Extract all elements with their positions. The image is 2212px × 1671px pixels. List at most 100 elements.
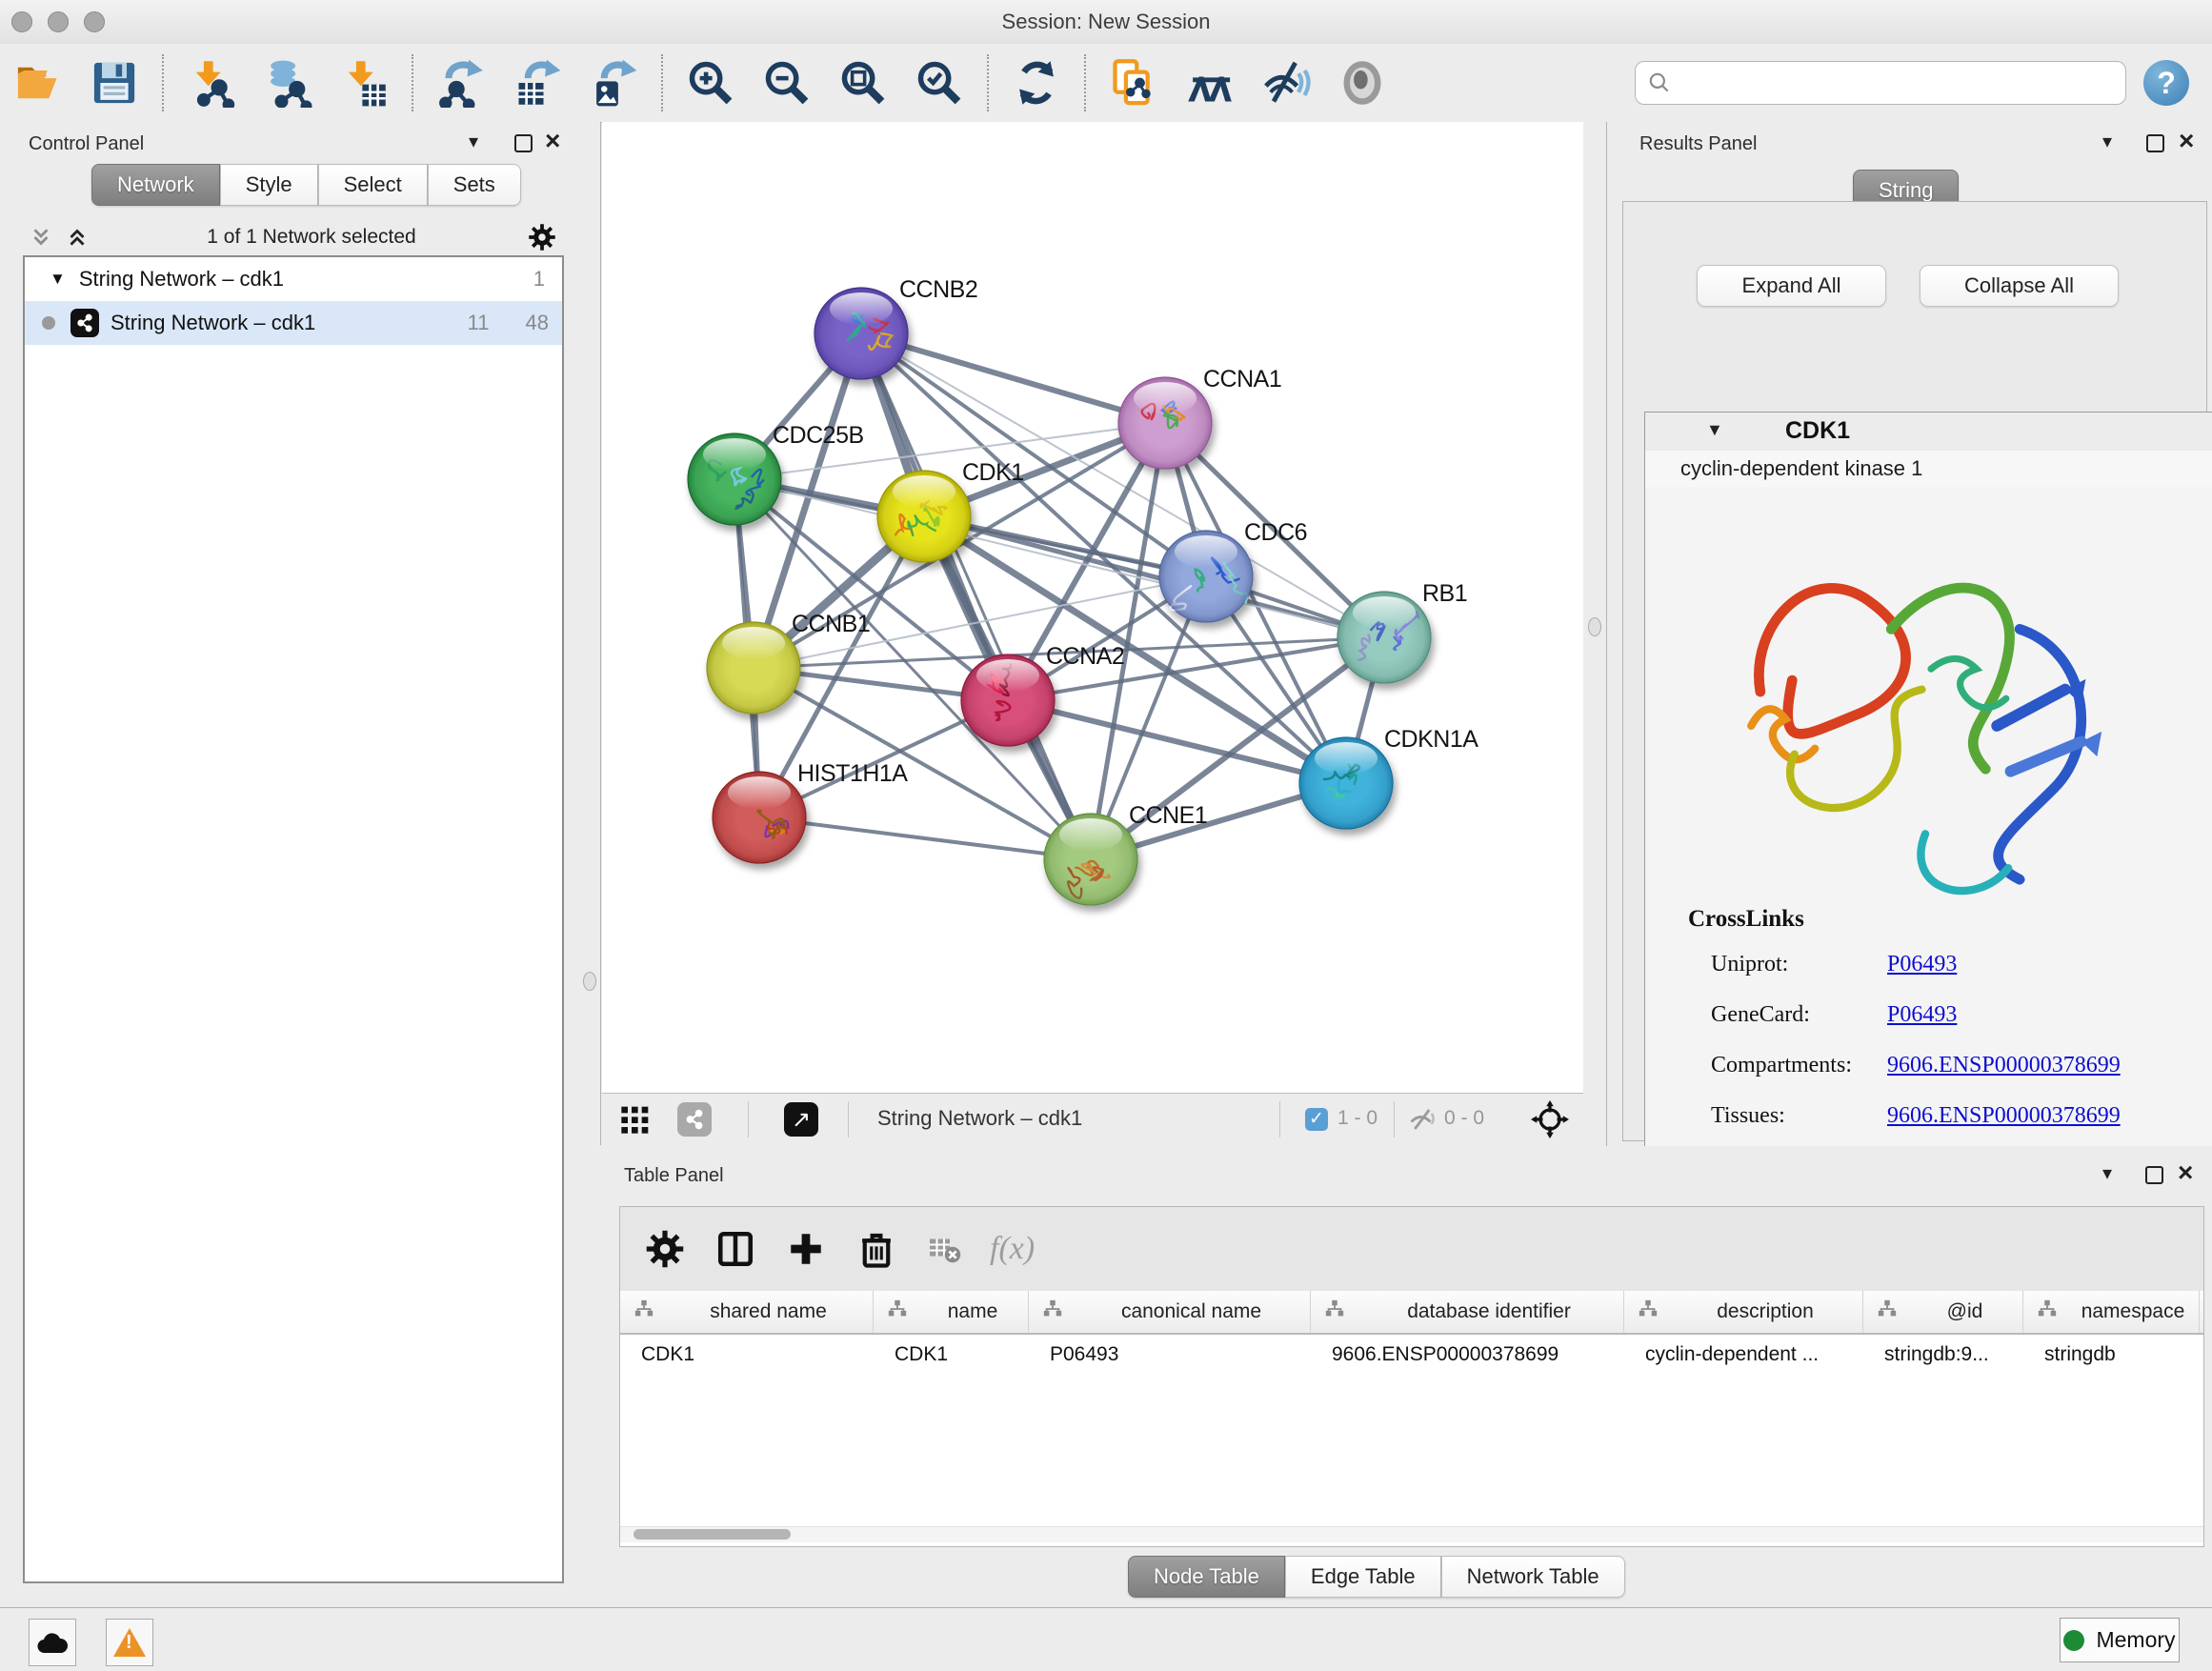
column-header-namespace[interactable]: namespace bbox=[2023, 1291, 2200, 1333]
tree-options-gear-icon[interactable] bbox=[528, 223, 556, 252]
open-in-window-icon[interactable]: ↗ bbox=[784, 1102, 818, 1137]
control-panel-menu-icon[interactable]: ▾ bbox=[469, 131, 478, 152]
delete-table-icon[interactable] bbox=[927, 1232, 961, 1266]
column-header-database-identifier[interactable]: database identifier bbox=[1311, 1291, 1624, 1333]
vertical-splitter[interactable] bbox=[1583, 122, 1606, 1145]
column-header-description[interactable]: description bbox=[1624, 1291, 1863, 1333]
network-analyzer-icon[interactable] bbox=[1185, 58, 1235, 108]
network-node-ccne1[interactable] bbox=[1044, 814, 1137, 905]
export-image-icon[interactable] bbox=[589, 58, 638, 108]
search-input[interactable] bbox=[1672, 71, 2114, 95]
import-table-from-file-icon[interactable] bbox=[339, 58, 389, 108]
splitter-knob[interactable] bbox=[583, 972, 596, 991]
tab-network-table[interactable]: Network Table bbox=[1441, 1556, 1625, 1598]
control-panel-float-icon[interactable] bbox=[514, 134, 533, 152]
selected-checkbox-icon[interactable]: ✓ bbox=[1305, 1108, 1328, 1131]
network-node-cdc6[interactable] bbox=[1159, 531, 1253, 622]
tab-node-table[interactable]: Node Table bbox=[1128, 1556, 1285, 1598]
network-edge[interactable] bbox=[1008, 700, 1346, 783]
table-cell[interactable]: CDK1 bbox=[874, 1335, 1029, 1375]
warnings-button[interactable] bbox=[106, 1619, 153, 1666]
expand-all-chevrons-icon[interactable] bbox=[65, 225, 90, 250]
result-entry-header[interactable]: ▼ CDK1 bbox=[1645, 413, 2212, 452]
table-panel-close-icon[interactable]: × bbox=[2178, 1163, 2193, 1182]
delete-column-trash-icon[interactable] bbox=[856, 1229, 896, 1269]
table-cell[interactable]: stringdb:9... bbox=[1863, 1335, 2023, 1375]
collapse-all-button[interactable]: Collapse All bbox=[1920, 265, 2119, 307]
open-session-icon[interactable] bbox=[13, 58, 63, 108]
column-header-name[interactable]: name bbox=[874, 1291, 1029, 1333]
hide-panel-eye-icon[interactable] bbox=[1261, 58, 1311, 108]
network-view[interactable]: CCNB2CCNA1CDC25BCDK1CDC6RB1CCNB1CCNA2CDK… bbox=[602, 122, 1583, 1145]
network-node-cdkn1a[interactable] bbox=[1299, 737, 1393, 829]
crosslink-link[interactable]: P06493 bbox=[1887, 952, 1957, 977]
clone-network-icon[interactable] bbox=[1109, 58, 1158, 108]
column-header-shared-name[interactable]: shared name bbox=[620, 1291, 874, 1333]
birdseye-grid-icon[interactable] bbox=[619, 1104, 652, 1135]
help-button[interactable]: ? bbox=[2143, 60, 2189, 106]
toolbar-separator bbox=[412, 54, 413, 111]
tab-network[interactable]: Network bbox=[91, 164, 220, 206]
tab-sets[interactable]: Sets bbox=[428, 164, 521, 206]
network-node-cdk1[interactable] bbox=[877, 471, 971, 562]
table-cell[interactable]: P06493 bbox=[1029, 1335, 1311, 1375]
cloud-button[interactable] bbox=[29, 1619, 76, 1666]
table-cell[interactable]: 9606.ENSP00000378699 bbox=[1311, 1335, 1624, 1375]
network-graph[interactable]: CCNB2CCNA1CDC25BCDK1CDC6RB1CCNB1CCNA2CDK… bbox=[602, 122, 1583, 1094]
entry-expander-icon[interactable]: ▼ bbox=[1706, 420, 1723, 440]
results-panel-float-icon[interactable] bbox=[2146, 134, 2164, 152]
save-session-icon[interactable] bbox=[90, 58, 139, 108]
zoom-selected-icon[interactable] bbox=[915, 58, 964, 108]
network-node-rb1[interactable] bbox=[1337, 592, 1431, 683]
table-cell[interactable]: CDK1 bbox=[620, 1335, 874, 1375]
network-row-selected[interactable]: String Network – cdk1 11 48 bbox=[25, 301, 562, 345]
zoom-fit-icon[interactable] bbox=[838, 58, 888, 108]
results-panel-menu-icon[interactable]: ▾ bbox=[2102, 131, 2112, 152]
table-cell[interactable]: stringdb bbox=[2023, 1335, 2200, 1375]
scrollbar-thumb[interactable] bbox=[633, 1529, 791, 1540]
column-header--id[interactable]: @id bbox=[1863, 1291, 2023, 1333]
table-panel-float-icon[interactable] bbox=[2145, 1166, 2163, 1184]
network-node-cdc25b[interactable] bbox=[688, 433, 781, 525]
tab-style[interactable]: Style bbox=[220, 164, 318, 206]
network-collection-row[interactable]: ▼ String Network – cdk1 1 bbox=[25, 257, 562, 301]
pan-crosshair-icon[interactable] bbox=[1531, 1100, 1569, 1138]
import-network-from-file-icon[interactable] bbox=[187, 58, 236, 108]
crosslink-link[interactable]: 9606.ENSP00000378699 bbox=[1887, 1053, 2121, 1078]
tab-select[interactable]: Select bbox=[318, 164, 428, 206]
export-network-icon[interactable] bbox=[436, 58, 486, 108]
network-node-hist1h1a[interactable] bbox=[713, 772, 806, 863]
tab-edge-table[interactable]: Edge Table bbox=[1285, 1556, 1441, 1598]
collapse-all-chevrons-icon[interactable] bbox=[29, 225, 53, 250]
results-panel-close-icon[interactable]: × bbox=[2179, 131, 2194, 151]
export-table-icon[interactable] bbox=[513, 58, 562, 108]
network-node-ccna1[interactable] bbox=[1118, 377, 1212, 469]
network-node-ccna2[interactable] bbox=[961, 654, 1055, 746]
network-edge[interactable] bbox=[759, 817, 1091, 859]
tree-expander-icon[interactable]: ▼ bbox=[50, 270, 66, 289]
table-row[interactable]: CDK1CDK1P064939606.ENSP00000378699cyclin… bbox=[620, 1335, 2203, 1375]
apply-layout-icon[interactable] bbox=[1012, 58, 1061, 108]
network-node-ccnb1[interactable] bbox=[707, 622, 800, 714]
network-node-ccnb2[interactable] bbox=[814, 288, 908, 379]
table-panel-menu-icon[interactable]: ▾ bbox=[2102, 1163, 2112, 1184]
column-header-canonical-name[interactable]: canonical name bbox=[1029, 1291, 1311, 1333]
import-network-from-database-icon[interactable] bbox=[263, 58, 312, 108]
show-eye-icon[interactable] bbox=[1337, 58, 1387, 108]
show-columns-icon[interactable] bbox=[715, 1229, 755, 1269]
hidden-eye-slash-icon[interactable] bbox=[1409, 1107, 1438, 1132]
table-cell[interactable]: cyclin-dependent ... bbox=[1624, 1335, 1863, 1375]
share-view-icon[interactable] bbox=[677, 1102, 712, 1137]
splitter-knob[interactable] bbox=[1588, 617, 1601, 636]
add-column-icon[interactable] bbox=[786, 1229, 826, 1269]
crosslink-link[interactable]: P06493 bbox=[1887, 1002, 1957, 1028]
function-builder-icon[interactable]: f(x) bbox=[990, 1231, 1035, 1267]
table-horizontal-scrollbar[interactable] bbox=[620, 1526, 2203, 1542]
zoom-in-icon[interactable] bbox=[686, 58, 735, 108]
table-options-gear-icon[interactable] bbox=[645, 1229, 685, 1269]
expand-all-button[interactable]: Expand All bbox=[1697, 265, 1886, 307]
control-panel-close-icon[interactable]: × bbox=[545, 131, 560, 151]
zoom-out-icon[interactable] bbox=[762, 58, 812, 108]
memory-button[interactable]: Memory bbox=[2060, 1618, 2180, 1662]
crosslink-link[interactable]: 9606.ENSP00000378699 bbox=[1887, 1103, 2121, 1129]
